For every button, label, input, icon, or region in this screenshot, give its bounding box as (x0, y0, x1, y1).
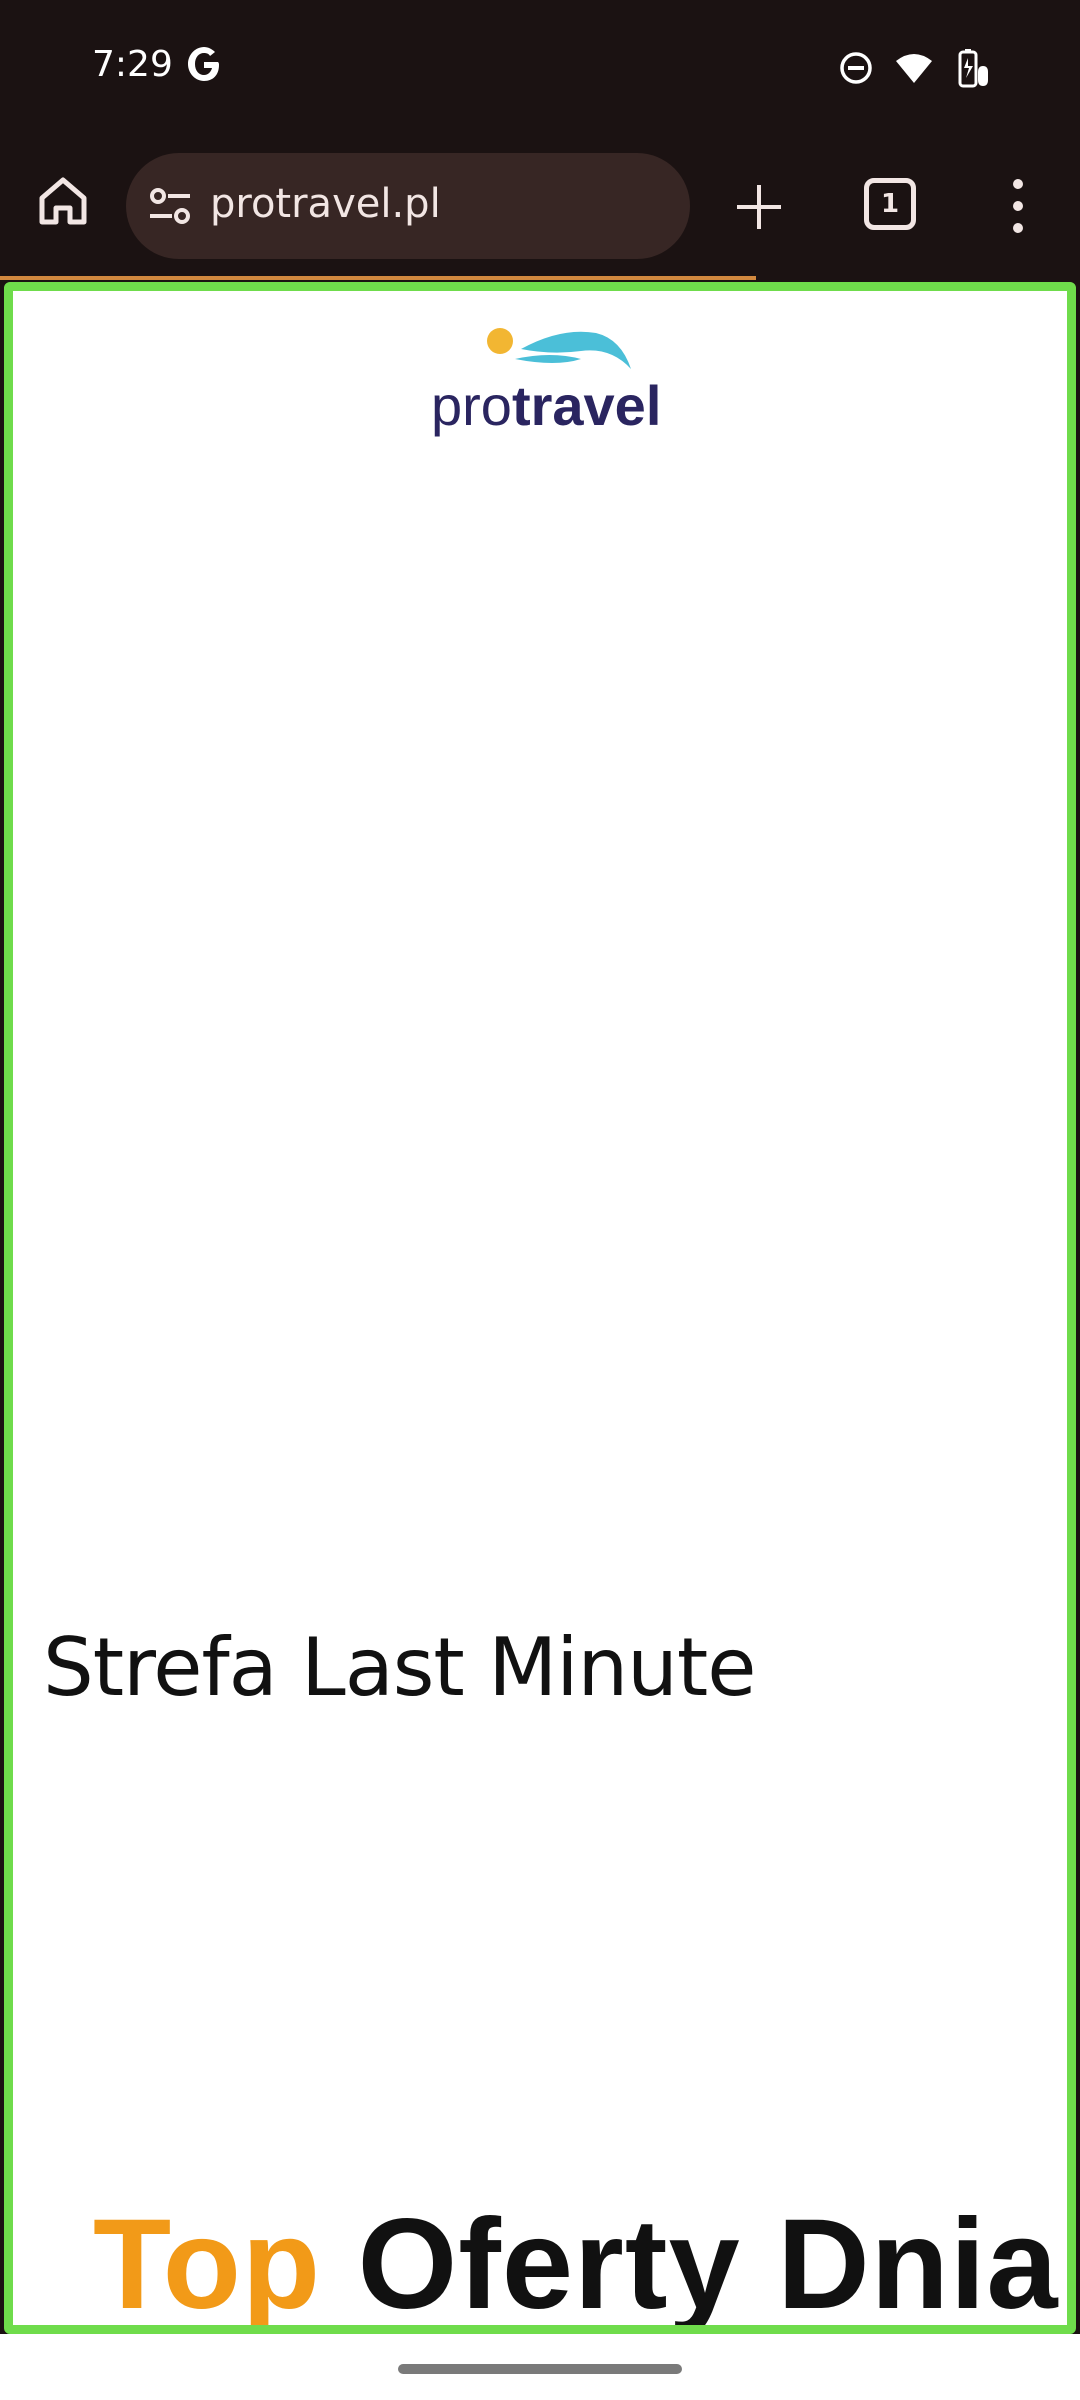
more-vert-icon[interactable] (1004, 176, 1032, 236)
status-time: 7:29 (92, 44, 173, 85)
browser-toolbar: protravel.pl 1 (0, 136, 1080, 278)
section-title: Strefa Last Minute (43, 1621, 756, 1714)
logo-text-light: pro (431, 374, 512, 437)
do-not-disturb-icon (840, 52, 872, 84)
url-text[interactable]: protravel.pl (210, 181, 441, 227)
hero-title: Top Oferty Dnia! (93, 2191, 1076, 2334)
logo-wordmark: protravel (431, 373, 671, 438)
gesture-nav-area (0, 2334, 1080, 2400)
gesture-handle[interactable] (398, 2364, 682, 2374)
logo-text-bold: travel (511, 374, 662, 437)
google-g-icon (188, 47, 219, 81)
wifi-icon (896, 54, 932, 83)
home-icon[interactable] (34, 172, 92, 230)
plus-icon[interactable] (734, 182, 784, 232)
status-bar: 7:29 (0, 0, 1080, 136)
site-settings-icon[interactable] (148, 186, 192, 226)
hero-title-accent: Top (93, 2193, 322, 2334)
hero-title-rest: Oferty Dnia! (357, 2193, 1076, 2334)
status-icons (838, 48, 990, 88)
tabs-icon[interactable]: 1 (864, 178, 916, 230)
address-bar[interactable]: protravel.pl (126, 153, 690, 259)
battery-icon (958, 49, 988, 88)
page-load-progress (0, 276, 756, 280)
protravel-logo[interactable]: protravel (431, 317, 671, 437)
web-content: protravel Strefa Last Minute Top Oferty … (4, 282, 1076, 2334)
